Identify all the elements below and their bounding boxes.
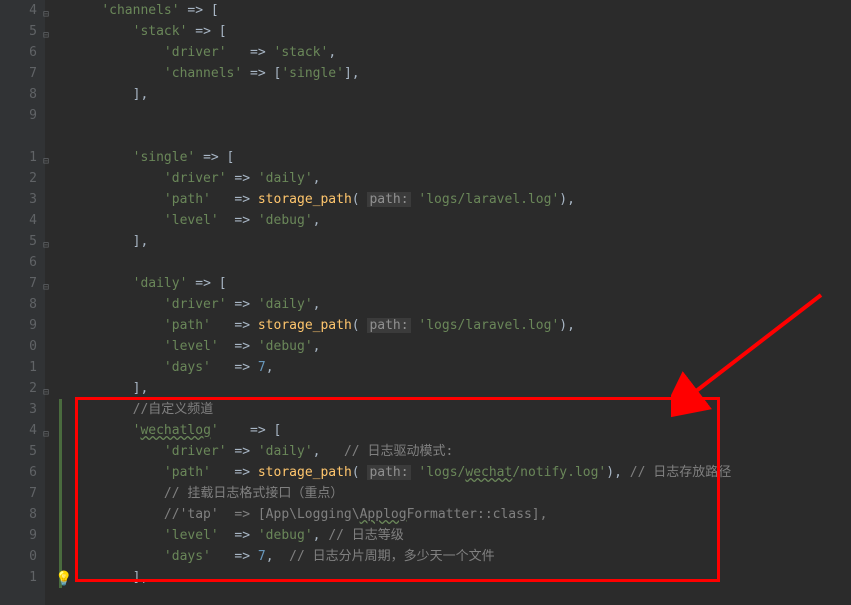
line-number: 2 xyxy=(0,168,37,189)
code-line[interactable]: 'level' => 'debug', xyxy=(70,336,851,357)
code-line[interactable]: 'driver' => 'stack', xyxy=(70,42,851,63)
code-line[interactable]: ], xyxy=(70,231,851,252)
line-number: 4 xyxy=(0,210,37,231)
code-line[interactable]: 'path' => storage_path( path: 'logs/lara… xyxy=(70,189,851,210)
lightbulb-icon[interactable]: 💡 xyxy=(55,571,72,587)
code-line[interactable]: 'channels' => ['single'], xyxy=(70,63,851,84)
line-number: 5⊟ xyxy=(0,231,37,252)
line-number: 8 xyxy=(0,294,37,315)
code-line[interactable]: 'wechatlog' => [ xyxy=(70,420,851,441)
vcs-modified-marker xyxy=(59,399,62,588)
line-number: 1⊟ xyxy=(0,147,37,168)
code-line[interactable]: 'path' => storage_path( path: 'logs/wech… xyxy=(70,462,851,483)
code-line[interactable] xyxy=(70,126,851,147)
line-number: 3 xyxy=(0,399,37,420)
code-line[interactable]: 'days' => 7, // 日志分片周期，多少天一个文件 xyxy=(70,546,851,567)
code-line[interactable]: 'days' => 7, xyxy=(70,357,851,378)
line-number: 7 xyxy=(0,63,37,84)
line-number: 4⊟ xyxy=(0,420,37,441)
code-line[interactable]: 'driver' => 'daily', xyxy=(70,168,851,189)
code-line[interactable]: 'driver' => 'daily', // 日志驱动模式: xyxy=(70,441,851,462)
line-number: 4⊟ xyxy=(0,0,37,21)
code-line[interactable]: 'level' => 'debug', // 日志等级 xyxy=(70,525,851,546)
line-number xyxy=(0,126,37,147)
line-number: 9 xyxy=(0,105,37,126)
code-line[interactable]: 'driver' => 'daily', xyxy=(70,294,851,315)
line-number: 0 xyxy=(0,546,37,567)
line-number: 1 xyxy=(0,357,37,378)
line-number: 6 xyxy=(0,42,37,63)
line-number: 8 xyxy=(0,84,37,105)
line-number-gutter: 4⊟5⊟6789 1⊟2345⊟67⊟89012⊟34⊟5678901 xyxy=(0,0,45,605)
line-number: 5⊟ xyxy=(0,21,37,42)
code-line[interactable] xyxy=(70,105,851,126)
line-number: 6 xyxy=(0,252,37,273)
line-number: 3 xyxy=(0,189,37,210)
code-line[interactable]: ], xyxy=(70,378,851,399)
code-line[interactable]: 'stack' => [ xyxy=(70,21,851,42)
code-line[interactable]: 'single' => [ xyxy=(70,147,851,168)
code-line[interactable]: 'path' => storage_path( path: 'logs/lara… xyxy=(70,315,851,336)
line-number: 5 xyxy=(0,441,37,462)
code-line[interactable]: ], xyxy=(70,84,851,105)
code-line[interactable]: ], xyxy=(70,567,851,588)
line-number: 8 xyxy=(0,504,37,525)
line-number: 1 xyxy=(0,567,37,588)
code-line[interactable] xyxy=(70,252,851,273)
code-line[interactable]: 'level' => 'debug', xyxy=(70,210,851,231)
line-number: 9 xyxy=(0,525,37,546)
line-number: 9 xyxy=(0,315,37,336)
code-line[interactable]: //'tap' => [App\Logging\ApplogFormatter:… xyxy=(70,504,851,525)
code-content-area[interactable]: 'channels' => [ 'stack' => [ 'driver' =>… xyxy=(45,0,851,605)
line-number: 7 xyxy=(0,483,37,504)
code-line[interactable]: 'daily' => [ xyxy=(70,273,851,294)
line-number: 0 xyxy=(0,336,37,357)
code-line[interactable]: 'channels' => [ xyxy=(70,0,851,21)
line-number: 2⊟ xyxy=(0,378,37,399)
line-number: 7⊟ xyxy=(0,273,37,294)
code-line[interactable]: //自定义频道 xyxy=(70,399,851,420)
line-number: 6 xyxy=(0,462,37,483)
code-line[interactable]: // 挂载日志格式接口（重点） xyxy=(70,483,851,504)
code-editor[interactable]: 4⊟5⊟6789 1⊟2345⊟67⊟89012⊟34⊟5678901 'cha… xyxy=(0,0,851,605)
